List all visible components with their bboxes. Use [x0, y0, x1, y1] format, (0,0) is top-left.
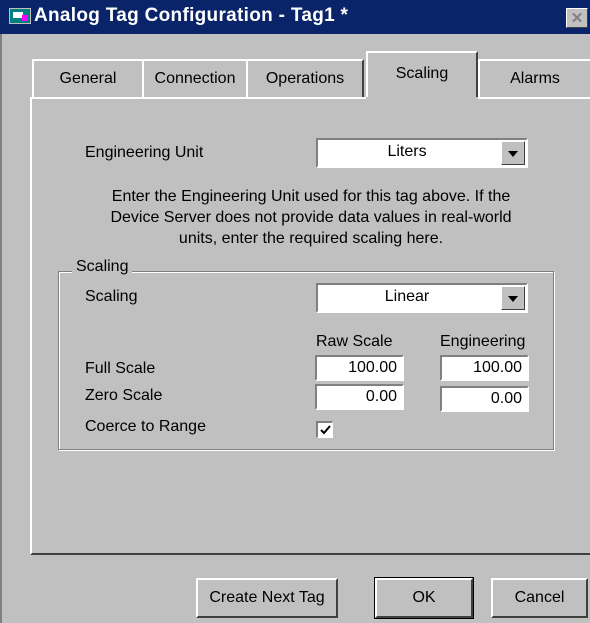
help-text-line-1: Enter the Engineering Unit used for this… [111, 188, 511, 205]
coerce-to-range-label: Coerce to Range [85, 418, 206, 435]
create-next-tag-button[interactable]: Create Next Tag [196, 578, 338, 618]
cancel-button[interactable]: Cancel [491, 578, 588, 618]
full-scale-engineering-input[interactable]: 100.00 [440, 355, 529, 381]
engineering-unit-value: Liters [387, 143, 427, 160]
help-text-line-2: Device Server does not provide data valu… [110, 209, 512, 226]
full-scale-label: Full Scale [85, 360, 156, 377]
scaling-group-title: Scaling [72, 258, 133, 276]
coerce-to-range-checkbox[interactable] [316, 421, 333, 438]
engineering-unit-label: Engineering Unit [85, 144, 204, 161]
chevron-down-icon[interactable] [501, 286, 525, 310]
help-text-line-3: units, enter the required scaling here. [178, 230, 444, 247]
zero-scale-raw-input[interactable]: 0.00 [315, 384, 404, 410]
full-scale-raw-input[interactable]: 100.00 [315, 355, 404, 381]
zero-scale-label: Zero Scale [85, 387, 163, 404]
scaling-type-dropdown[interactable]: Linear [316, 283, 528, 313]
scaling-label: Scaling [85, 288, 138, 305]
engineering-unit-dropdown[interactable]: Liters [316, 138, 528, 168]
ok-button[interactable]: OK [374, 577, 474, 619]
raw-scale-header: Raw Scale [316, 333, 393, 350]
engineering-header: Engineering [440, 333, 526, 350]
scaling-type-value: Linear [384, 288, 430, 305]
dialog-window: Analog Tag Configuration - Tag1 * ✕ Gene… [0, 0, 590, 623]
chevron-down-icon[interactable] [501, 141, 525, 165]
checkmark-icon [320, 425, 331, 435]
zero-scale-engineering-input[interactable]: 0.00 [440, 386, 529, 412]
